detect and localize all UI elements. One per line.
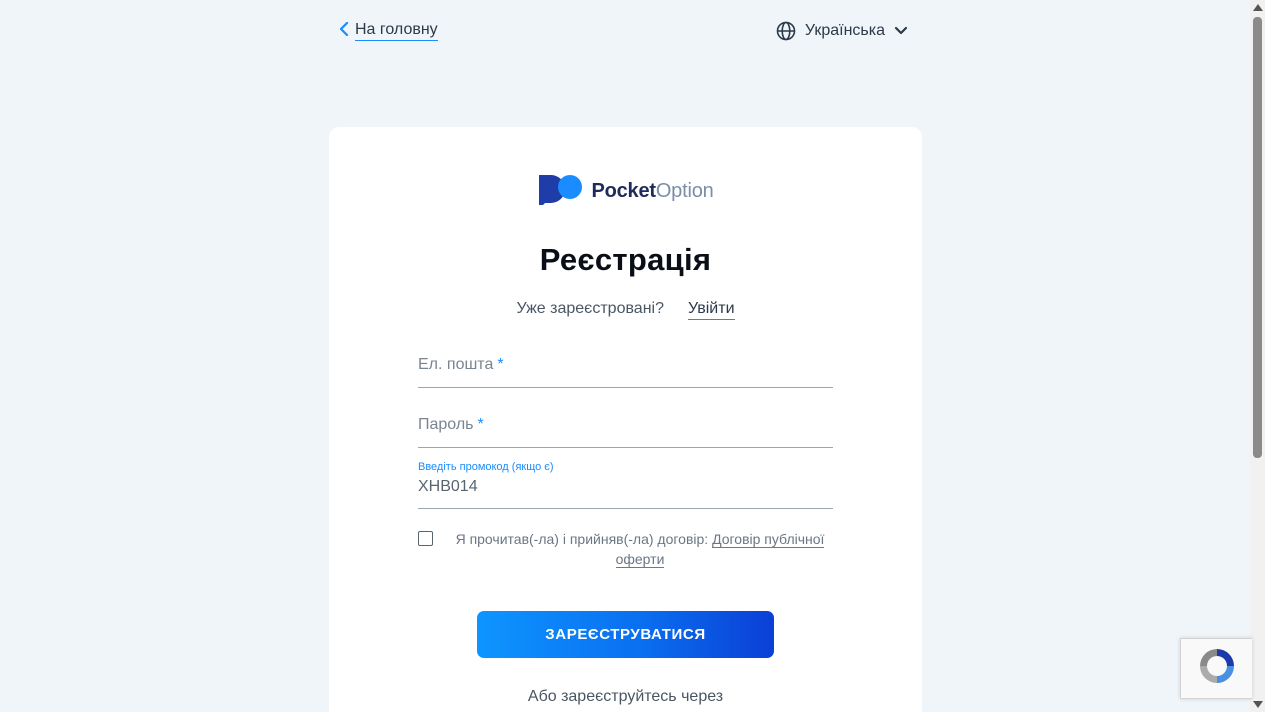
password-placeholder: Пароль bbox=[418, 416, 474, 433]
register-button[interactable]: ЗАРЕЄСТРУВАТИСЯ bbox=[477, 611, 774, 658]
page-scrollbar[interactable] bbox=[1250, 0, 1265, 712]
promo-code-field[interactable]: Введіть промокод (якщо є) XHB014 bbox=[418, 461, 833, 509]
agreement-label: Я прочитав(-ла) і прийняв(-ла) договір: bbox=[455, 531, 709, 547]
chevron-down-icon bbox=[894, 26, 908, 36]
recaptcha-badge[interactable] bbox=[1180, 638, 1252, 699]
brand-logo[interactable]: PocketOption bbox=[329, 173, 922, 210]
required-mark: * bbox=[477, 416, 484, 433]
promo-code-label: Введіть промокод (якщо є) bbox=[418, 461, 554, 473]
recaptcha-icon bbox=[1196, 645, 1238, 692]
agreement-checkbox[interactable] bbox=[418, 531, 433, 546]
login-link[interactable]: Увійти bbox=[687, 300, 735, 320]
language-label: Українська bbox=[804, 22, 885, 39]
scrollbar-thumb[interactable] bbox=[1253, 17, 1262, 458]
language-selector[interactable]: Українська bbox=[776, 21, 908, 41]
top-bar: На головну Українська bbox=[329, 0, 922, 64]
email-field[interactable]: Ел. пошта * bbox=[418, 356, 833, 388]
brand-name: PocketOption bbox=[591, 180, 714, 202]
agreement-row: Я прочитав(-ла) і прийняв(-ла) договір: … bbox=[418, 529, 833, 569]
promo-code-value: XHB014 bbox=[418, 478, 478, 495]
chevron-left-icon bbox=[339, 21, 349, 39]
back-link-label: На головну bbox=[355, 21, 438, 41]
scroll-down-icon[interactable] bbox=[1253, 701, 1263, 708]
scroll-up-icon[interactable] bbox=[1253, 4, 1263, 11]
back-to-home-link[interactable]: На головну bbox=[339, 21, 438, 41]
page-title: Реєстрація bbox=[539, 242, 712, 277]
required-mark: * bbox=[497, 356, 504, 373]
password-field[interactable]: Пароль * bbox=[418, 416, 833, 448]
alternative-signup-text: Або зареєструйтесь через bbox=[527, 688, 724, 705]
already-registered-text: Уже зареєстровані? bbox=[516, 300, 664, 317]
pocketoption-logo-icon bbox=[537, 173, 585, 210]
already-registered-row: Уже зареєстровані? Увійти bbox=[329, 300, 922, 320]
email-placeholder: Ел. пошта bbox=[418, 356, 494, 373]
registration-card: PocketOption Реєстрація Уже зареєстрован… bbox=[329, 127, 922, 712]
agreement-text: Я прочитав(-ла) і прийняв(-ла) договір: … bbox=[447, 529, 833, 569]
globe-icon bbox=[776, 21, 796, 41]
